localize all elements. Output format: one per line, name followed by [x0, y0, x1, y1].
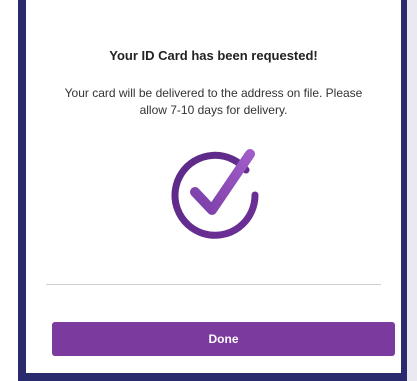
check-circle-icon: [160, 140, 270, 250]
modal-title: Your ID Card has been requested!: [109, 48, 318, 63]
done-button[interactable]: Done: [52, 322, 395, 356]
confirmation-modal: Your ID Card has been requested! Your ca…: [26, 0, 401, 373]
backdrop-edge: [406, 0, 417, 381]
modal-divider: [46, 284, 381, 285]
modal-message: Your card will be delivered to the addre…: [64, 86, 363, 117]
